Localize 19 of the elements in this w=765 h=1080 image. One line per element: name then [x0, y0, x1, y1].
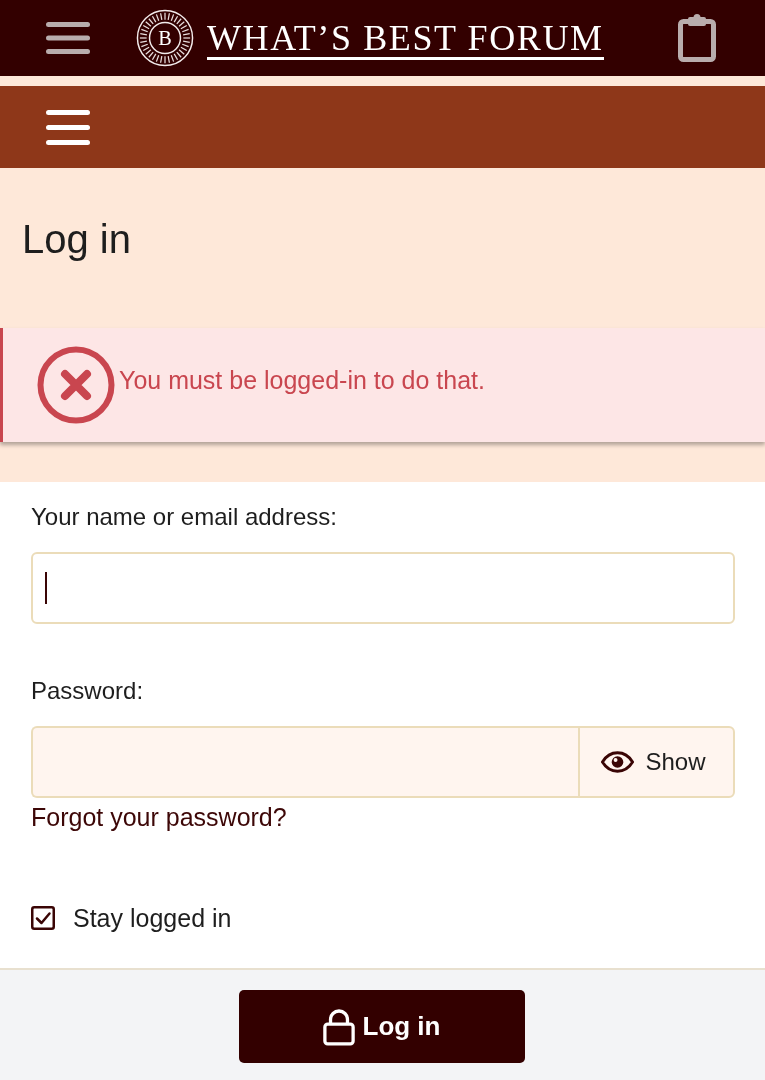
input-field[interactable] [31, 552, 735, 624]
checkbox-label[interactable]: Stay logged in [73, 903, 232, 933]
lock-icon [322, 1007, 355, 1046]
field-label: Password: [31, 676, 145, 706]
password-field[interactable] [31, 726, 578, 798]
field-label: Your name or email address: [31, 502, 338, 532]
show-password-button[interactable]: Show [578, 726, 735, 798]
menu-icon[interactable] [46, 109, 90, 145]
eye-icon [601, 751, 635, 773]
checkbox[interactable] [31, 906, 55, 930]
menu-icon[interactable] [46, 22, 90, 54]
logo-text[interactable]: WHAT’S BEST FORUM [207, 20, 604, 60]
alert-message: You must be logged-in to do that. [119, 365, 485, 395]
login-button[interactable]: Log in [238, 990, 525, 1063]
page-title: Log in [22, 216, 132, 263]
forgot-password-link[interactable]: Forgot your password? [31, 802, 287, 832]
clipboard-icon[interactable] [678, 14, 716, 62]
error-icon [37, 346, 115, 424]
logo-emblem[interactable]: B [136, 9, 194, 67]
